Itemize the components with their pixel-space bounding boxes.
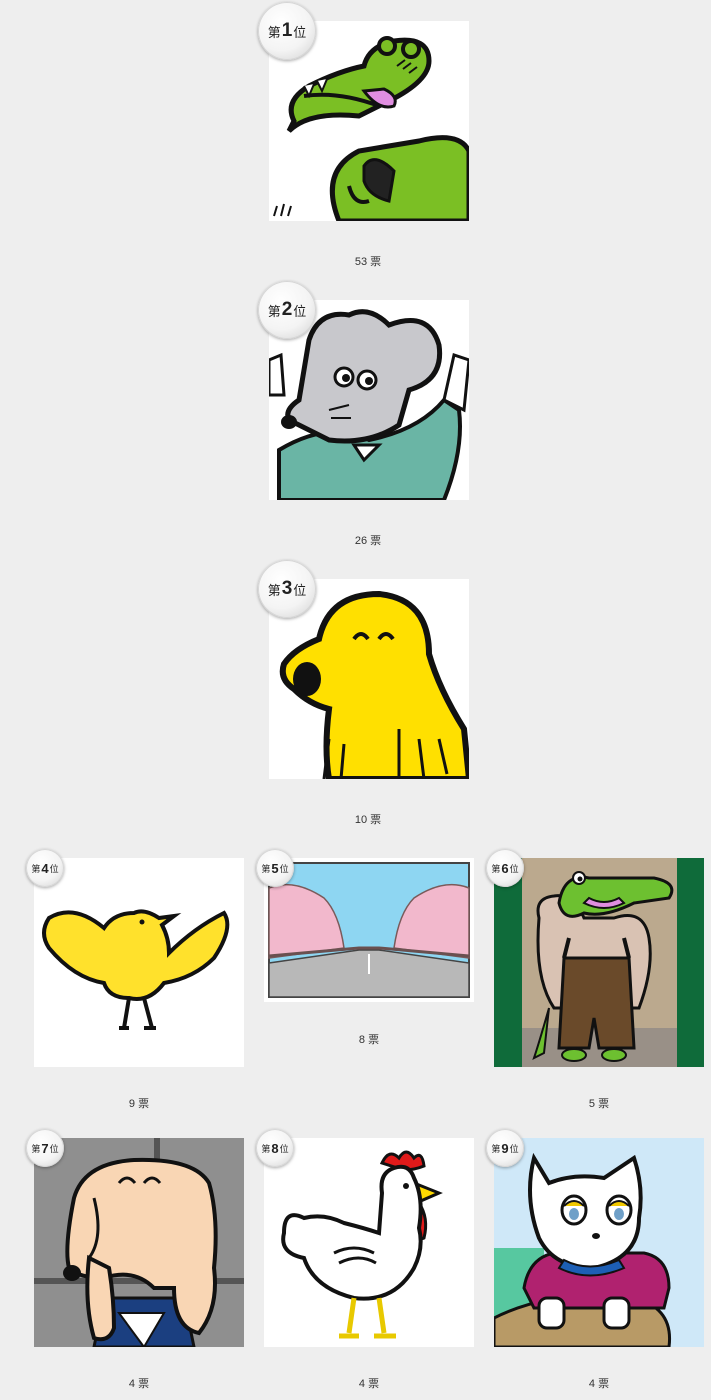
vote-count-5: 8 票 (358, 1034, 380, 1046)
white-cat-illustration (494, 1138, 704, 1347)
entry-9-image[interactable] (494, 1138, 704, 1347)
vote-count-7: 4 票 (128, 1378, 150, 1390)
rank-number: 9 (501, 1140, 509, 1156)
rank-number: 3 (281, 578, 293, 599)
entry-4-image[interactable] (34, 858, 244, 1067)
rank-number: 7 (41, 1140, 49, 1156)
entry-7-image[interactable] (34, 1138, 244, 1347)
rank-prefix: 第 (491, 863, 501, 874)
rank-badge-6: 第6位 (486, 849, 524, 887)
rank-suffix: 位 (279, 1143, 289, 1154)
rank-badge-2: 第2位 (258, 281, 316, 339)
rank-prefix: 第 (31, 863, 41, 874)
rank-prefix: 第 (31, 1143, 41, 1154)
rank-badge-9: 第9位 (486, 1129, 524, 1167)
rank-badge-1: 第1位 (258, 2, 316, 60)
cherry-blossom-road-illustration (264, 858, 474, 1002)
rank-prefix: 第 (267, 303, 281, 319)
rank-suffix: 位 (293, 24, 307, 40)
vote-count-4: 9 票 (128, 1098, 150, 1110)
rank-prefix: 第 (261, 863, 271, 874)
rank-badge-7: 第7位 (26, 1129, 64, 1167)
rank-prefix: 第 (261, 1143, 271, 1154)
crocodile-overalls-illustration (494, 858, 704, 1067)
rank-badge-3: 第3位 (258, 560, 316, 618)
rank-number: 5 (271, 860, 279, 876)
rank-suffix: 位 (509, 863, 519, 874)
rank-number: 2 (281, 299, 293, 320)
vote-count-9: 4 票 (588, 1378, 610, 1390)
entry-8-image[interactable] (264, 1138, 474, 1347)
rank-number: 8 (271, 1140, 279, 1156)
rank-prefix: 第 (491, 1143, 501, 1154)
rooster-illustration (264, 1138, 474, 1347)
rank-number: 6 (501, 860, 509, 876)
rank-badge-8: 第8位 (256, 1129, 294, 1167)
rank-prefix: 第 (267, 582, 281, 598)
vote-count-6: 5 票 (588, 1098, 610, 1110)
rank-suffix: 位 (509, 1143, 519, 1154)
ranking-page: { "rank_prefix": "第", "rank_suffix": "位"… (0, 0, 711, 1400)
vote-count-3: 10 票 (354, 814, 382, 826)
rank-suffix: 位 (49, 1143, 59, 1154)
vote-count-1: 53 票 (354, 256, 382, 268)
rank-number: 4 (41, 860, 49, 876)
rank-suffix: 位 (49, 863, 59, 874)
yellow-bird-illustration (34, 858, 244, 1067)
rank-prefix: 第 (267, 24, 281, 40)
rank-badge-5: 第5位 (256, 849, 294, 887)
rank-suffix: 位 (293, 303, 307, 319)
rank-badge-4: 第4位 (26, 849, 64, 887)
rank-number: 1 (281, 20, 293, 41)
rank-suffix: 位 (279, 863, 289, 874)
entry-6-image[interactable] (494, 858, 704, 1067)
vote-count-2: 26 票 (354, 535, 382, 547)
entry-5-image[interactable] (264, 858, 474, 1002)
rank-suffix: 位 (293, 582, 307, 598)
beige-dog-illustration (34, 1138, 244, 1347)
vote-count-8: 4 票 (358, 1378, 380, 1390)
